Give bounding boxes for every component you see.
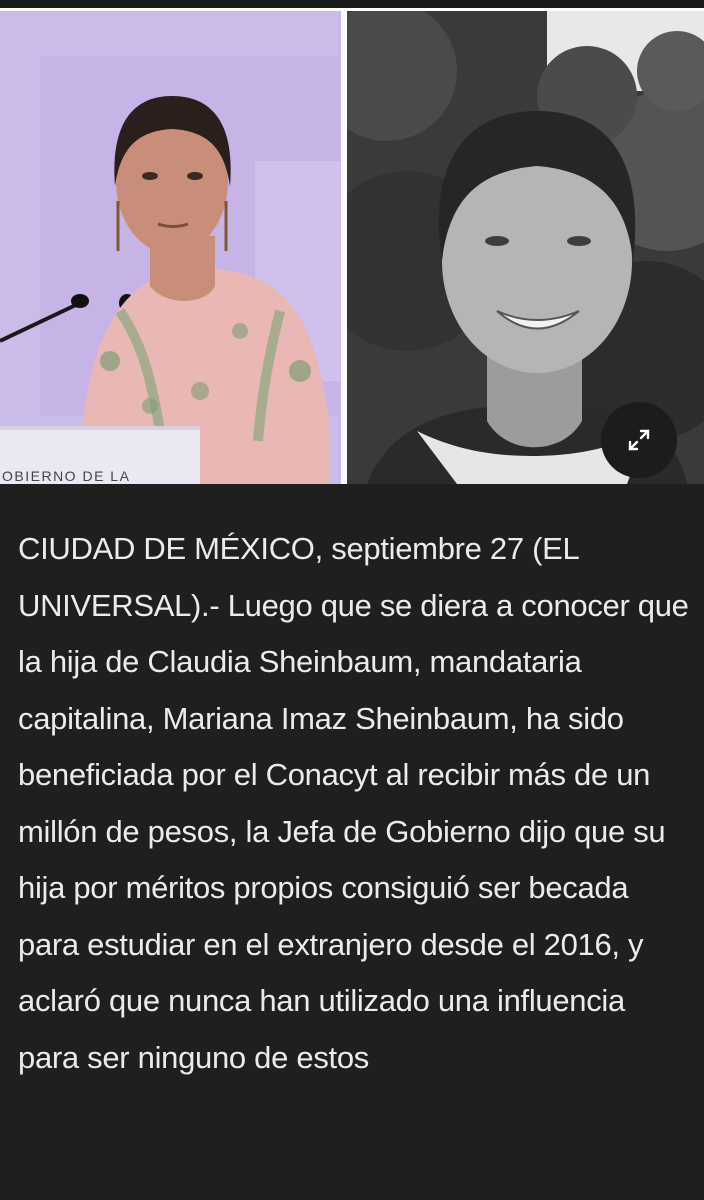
expand-gallery-button[interactable]: [601, 402, 677, 478]
photo-speaker-at-podium[interactable]: OBIERNO DE LA: [0, 11, 341, 484]
expand-arrows-icon: [628, 429, 650, 451]
article-body-text: CIUDAD DE MÉXICO, septiembre 27 (EL UNIV…: [18, 531, 689, 1075]
top-strip: [0, 0, 704, 8]
podium-text: OBIERNO DE LA: [2, 468, 130, 484]
article-content: CIUDAD DE MÉXICO, septiembre 27 (EL UNIV…: [0, 484, 704, 1200]
image-gallery: OBIERNO DE LA: [0, 8, 704, 484]
